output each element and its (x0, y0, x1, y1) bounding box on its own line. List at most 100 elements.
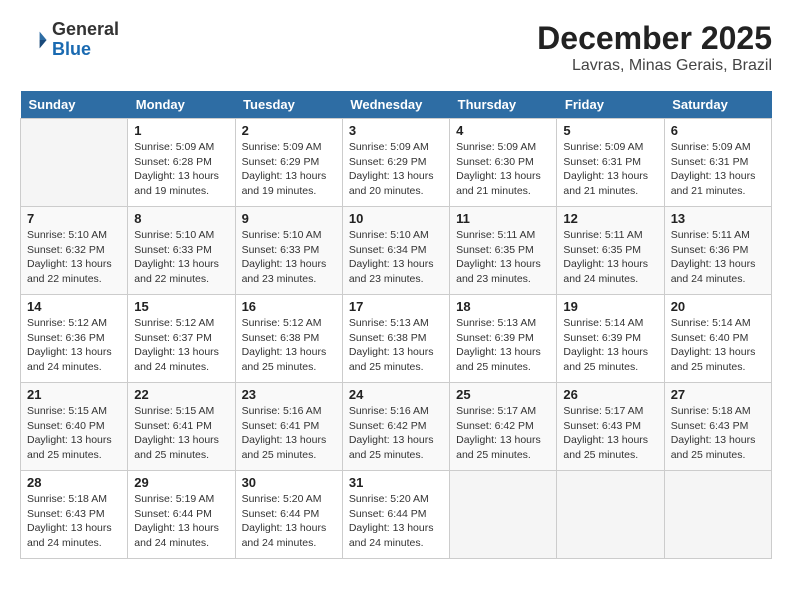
day-info: Sunrise: 5:09 AM Sunset: 6:28 PM Dayligh… (134, 140, 228, 199)
table-row: 6Sunrise: 5:09 AM Sunset: 6:31 PM Daylig… (664, 119, 771, 207)
table-row: 12 Sunrise: 5:11 AM Sunset: 6:35 PM Dayli… (557, 207, 664, 295)
day-number: 28 (27, 475, 121, 490)
logo: General Blue (20, 20, 119, 60)
day-number: 20 (671, 299, 765, 314)
calendar-week-row: 21 Sunrise: 5:15 AM Sunset: 6:40 PM Dayli… (21, 383, 772, 471)
table-row: 20 Sunrise: 5:14 AM Sunset: 6:40 PM Dayli… (664, 295, 771, 383)
logo-blue: Blue (52, 40, 119, 60)
table-row: 23 Sunrise: 5:16 AM Sunset: 6:41 PM Dayli… (235, 383, 342, 471)
table-row: 28Sunrise: 5:18 AM Sunset: 6:43 PM Dayli… (21, 471, 128, 559)
col-sunday: Sunday (21, 91, 128, 119)
page-header: General Blue December 2025 Lavras, Minas… (20, 20, 772, 75)
day-info: Sunrise: 5:11 AM Sunset: 6:35 PM Dayligh… (456, 228, 550, 287)
day-number: 16 (242, 299, 336, 314)
location-title: Lavras, Minas Gerais, Brazil (537, 57, 772, 75)
day-info: Sunrise: 5:11 AM Sunset: 6:35 PM Dayligh… (563, 228, 657, 287)
table-row: 17Sunrise: 5:13 AM Sunset: 6:38 PM Dayli… (342, 295, 449, 383)
day-number: 3 (349, 123, 443, 138)
table-row: 16 Sunrise: 5:12 AM Sunset: 6:38 PM Dayli… (235, 295, 342, 383)
logo-text: General Blue (52, 20, 119, 60)
calendar-week-row: 7 Sunrise: 5:10 AM Sunset: 6:32 PM Daylig… (21, 207, 772, 295)
day-info: Sunrise: 5:19 AM Sunset: 6:44 PM Dayligh… (134, 492, 228, 551)
day-info: Sunrise: 5:16 AM Sunset: 6:42 PM Dayligh… (349, 404, 443, 463)
table-row: 22 Sunrise: 5:15 AM Sunset: 6:41 PM Dayli… (128, 383, 235, 471)
table-row: 25 Sunrise: 5:17 AM Sunset: 6:42 PM Dayli… (450, 383, 557, 471)
day-number: 26 (563, 387, 657, 402)
day-info: Sunrise: 5:18 AM Sunset: 6:43 PM Dayligh… (671, 404, 765, 463)
logo-general: General (52, 20, 119, 40)
table-row: 1 Sunrise: 5:09 AM Sunset: 6:28 PM Daylig… (128, 119, 235, 207)
table-row (557, 471, 664, 559)
day-info: Sunrise: 5:20 AM Sunset: 6:44 PM Dayligh… (242, 492, 336, 551)
table-row: 24 Sunrise: 5:16 AM Sunset: 6:42 PM Dayli… (342, 383, 449, 471)
day-number: 17 (349, 299, 443, 314)
title-block: December 2025 Lavras, Minas Gerais, Braz… (537, 20, 772, 75)
day-info: Sunrise: 5:16 AM Sunset: 6:41 PM Dayligh… (242, 404, 336, 463)
day-number: 10 (349, 211, 443, 226)
table-row: 3 Sunrise: 5:09 AM Sunset: 6:29 PM Daylig… (342, 119, 449, 207)
day-info: Sunrise: 5:09 AM Sunset: 6:29 PM Dayligh… (349, 140, 443, 199)
day-info: Sunrise: 5:15 AM Sunset: 6:40 PM Dayligh… (27, 404, 121, 463)
col-wednesday: Wednesday (342, 91, 449, 119)
day-info: Sunrise: 5:10 AM Sunset: 6:33 PM Dayligh… (134, 228, 228, 287)
table-row: 18Sunrise: 5:13 AM Sunset: 6:39 PM Dayli… (450, 295, 557, 383)
day-number: 24 (349, 387, 443, 402)
day-info: Sunrise: 5:15 AM Sunset: 6:41 PM Dayligh… (134, 404, 228, 463)
table-row: 26Sunrise: 5:17 AM Sunset: 6:43 PM Dayli… (557, 383, 664, 471)
day-info: Sunrise: 5:12 AM Sunset: 6:36 PM Dayligh… (27, 316, 121, 375)
day-info: Sunrise: 5:09 AM Sunset: 6:31 PM Dayligh… (563, 140, 657, 199)
table-row: 27 Sunrise: 5:18 AM Sunset: 6:43 PM Dayli… (664, 383, 771, 471)
day-info: Sunrise: 5:14 AM Sunset: 6:40 PM Dayligh… (671, 316, 765, 375)
day-number: 27 (671, 387, 765, 402)
day-number: 19 (563, 299, 657, 314)
table-row: 5 Sunrise: 5:09 AM Sunset: 6:31 PM Daylig… (557, 119, 664, 207)
day-info: Sunrise: 5:14 AM Sunset: 6:39 PM Dayligh… (563, 316, 657, 375)
table-row (21, 119, 128, 207)
day-info: Sunrise: 5:10 AM Sunset: 6:32 PM Dayligh… (27, 228, 121, 287)
calendar-header-row: Sunday Monday Tuesday Wednesday Thursday… (21, 91, 772, 119)
day-number: 13 (671, 211, 765, 226)
calendar-week-row: 14 Sunrise: 5:12 AM Sunset: 6:36 PM Dayli… (21, 295, 772, 383)
day-number: 18 (456, 299, 550, 314)
col-thursday: Thursday (450, 91, 557, 119)
day-info: Sunrise: 5:17 AM Sunset: 6:42 PM Dayligh… (456, 404, 550, 463)
day-number: 7 (27, 211, 121, 226)
table-row: 29Sunrise: 5:19 AM Sunset: 6:44 PM Dayli… (128, 471, 235, 559)
day-number: 21 (27, 387, 121, 402)
table-row: 15 Sunrise: 5:12 AM Sunset: 6:37 PM Dayli… (128, 295, 235, 383)
table-row: 11Sunrise: 5:11 AM Sunset: 6:35 PM Dayli… (450, 207, 557, 295)
day-number: 8 (134, 211, 228, 226)
day-info: Sunrise: 5:12 AM Sunset: 6:37 PM Dayligh… (134, 316, 228, 375)
day-number: 23 (242, 387, 336, 402)
day-info: Sunrise: 5:20 AM Sunset: 6:44 PM Dayligh… (349, 492, 443, 551)
day-info: Sunrise: 5:09 AM Sunset: 6:29 PM Dayligh… (242, 140, 336, 199)
day-info: Sunrise: 5:10 AM Sunset: 6:34 PM Dayligh… (349, 228, 443, 287)
day-number: 25 (456, 387, 550, 402)
day-number: 2 (242, 123, 336, 138)
table-row: 8 Sunrise: 5:10 AM Sunset: 6:33 PM Daylig… (128, 207, 235, 295)
day-number: 14 (27, 299, 121, 314)
table-row: 19 Sunrise: 5:14 AM Sunset: 6:39 PM Dayli… (557, 295, 664, 383)
calendar-week-row: 1 Sunrise: 5:09 AM Sunset: 6:28 PM Daylig… (21, 119, 772, 207)
col-monday: Monday (128, 91, 235, 119)
table-row (450, 471, 557, 559)
day-number: 5 (563, 123, 657, 138)
day-number: 30 (242, 475, 336, 490)
day-info: Sunrise: 5:09 AM Sunset: 6:31 PM Dayligh… (671, 140, 765, 199)
table-row: 7 Sunrise: 5:10 AM Sunset: 6:32 PM Daylig… (21, 207, 128, 295)
col-friday: Friday (557, 91, 664, 119)
table-row: 30 Sunrise: 5:20 AM Sunset: 6:44 PM Dayli… (235, 471, 342, 559)
day-number: 22 (134, 387, 228, 402)
table-row: 10 Sunrise: 5:10 AM Sunset: 6:34 PM Dayli… (342, 207, 449, 295)
table-row (664, 471, 771, 559)
day-info: Sunrise: 5:12 AM Sunset: 6:38 PM Dayligh… (242, 316, 336, 375)
day-number: 15 (134, 299, 228, 314)
day-info: Sunrise: 5:11 AM Sunset: 6:36 PM Dayligh… (671, 228, 765, 287)
day-number: 12 (563, 211, 657, 226)
col-saturday: Saturday (664, 91, 771, 119)
table-row: 21 Sunrise: 5:15 AM Sunset: 6:40 PM Dayli… (21, 383, 128, 471)
day-info: Sunrise: 5:10 AM Sunset: 6:33 PM Dayligh… (242, 228, 336, 287)
day-number: 1 (134, 123, 228, 138)
table-row: 31Sunrise: 5:20 AM Sunset: 6:44 PM Dayli… (342, 471, 449, 559)
day-info: Sunrise: 5:09 AM Sunset: 6:30 PM Dayligh… (456, 140, 550, 199)
